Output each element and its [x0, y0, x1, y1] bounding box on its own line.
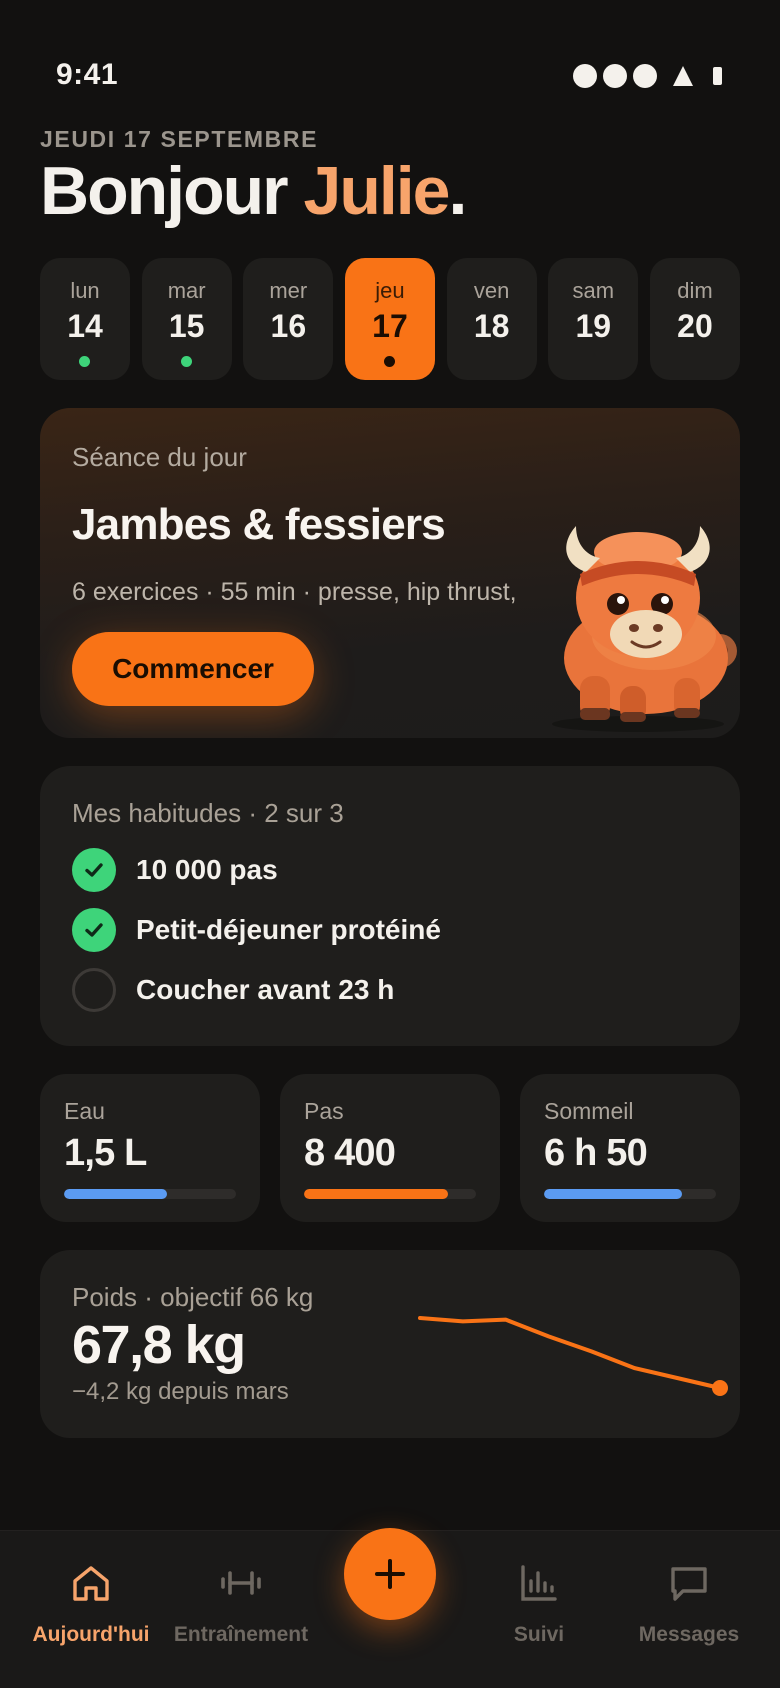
- progress-track: [304, 1189, 476, 1199]
- greeting-suffix: .: [448, 153, 467, 229]
- day-status-dot: [180, 356, 192, 367]
- day-name: jeu: [375, 278, 405, 303]
- stat-value: 1,5 L: [64, 1132, 147, 1174]
- day-name: mer: [269, 278, 308, 303]
- signal-icon: [633, 64, 657, 88]
- user-name: Julie: [303, 153, 451, 229]
- dumbbell-icon: [221, 1571, 261, 1595]
- day-chip-lun[interactable]: lun 14: [40, 258, 130, 380]
- day-name: dim: [677, 278, 713, 303]
- progress-fill: [544, 1189, 682, 1199]
- session-title: Jambes & fessiers: [72, 500, 446, 549]
- habit-label: 10 000 pas: [136, 854, 278, 885]
- day-number: 19: [575, 308, 612, 344]
- stat-value: 8 400: [304, 1132, 396, 1174]
- empty-circle-icon[interactable]: [72, 968, 116, 1012]
- weight-label: Poids · objectif 66 kg: [72, 1282, 314, 1312]
- battery-icon: [713, 67, 722, 85]
- stat-label: Pas: [304, 1098, 344, 1124]
- signal-icon: [573, 64, 597, 88]
- day-number: 14: [67, 308, 103, 344]
- tab-label: Messages: [638, 1623, 740, 1646]
- tab-label: Suivi: [513, 1623, 565, 1646]
- day-number: 17: [372, 308, 408, 344]
- stat-label: Sommeil: [544, 1098, 634, 1124]
- progress-fill: [64, 1189, 168, 1199]
- session-card[interactable]: Séance du jour Jambes & fessiers 6 exerc…: [40, 408, 740, 738]
- stat-card-steps[interactable]: Pas 8 400: [280, 1074, 500, 1222]
- greeting-prefix: Bonjour: [40, 153, 304, 229]
- habits-header: Mes habitudes · 2 sur 3: [72, 798, 344, 828]
- day-name: sam: [572, 278, 615, 303]
- day-chip-mer[interactable]: mer 16: [243, 258, 334, 380]
- tab-messages[interactable]: Messages: [614, 1561, 764, 1647]
- session-label: Séance du jour: [72, 442, 247, 472]
- day-chip-jeu-selected[interactable]: jeu 17: [344, 258, 435, 380]
- home-icon: [73, 1566, 109, 1601]
- checkmark-icon[interactable]: [72, 908, 116, 952]
- status-time: 9:41: [56, 58, 119, 91]
- habit-item[interactable]: 10 000 pas: [72, 848, 278, 892]
- day-name: lun: [70, 278, 100, 303]
- day-status-dot: [383, 356, 395, 367]
- day-status-dot: [79, 356, 90, 367]
- stat-card-water[interactable]: Eau 1,5 L: [40, 1074, 260, 1222]
- habit-item[interactable]: Coucher avant 23 h: [72, 968, 394, 1012]
- day-name: ven: [473, 278, 510, 303]
- bison-mascot-icon: [552, 526, 737, 732]
- plus-icon: [375, 1559, 405, 1589]
- session-description: 6 exercices · 55 min · presse, hip thrus…: [72, 578, 517, 606]
- signal-icon: [603, 64, 627, 88]
- tab-label: Aujourd'hui: [32, 1623, 150, 1646]
- tab-training[interactable]: Entraînement: [166, 1561, 316, 1647]
- habit-label: Coucher avant 23 h: [136, 974, 395, 1005]
- week-strip: lun 14 mar 15 mer 16 jeu 17 ven 18 sam 19 dim 2…: [40, 258, 740, 380]
- stat-value: 6 h 50: [544, 1132, 648, 1174]
- trend-line: [418, 1316, 722, 1390]
- day-number: 15: [168, 308, 205, 344]
- progress-track: [64, 1189, 236, 1199]
- day-chip-mar[interactable]: mar 15: [141, 258, 232, 380]
- day-name: mar: [167, 278, 206, 303]
- stat-label: Eau: [64, 1098, 105, 1124]
- status-icons: [573, 64, 722, 88]
- progress-fill: [304, 1189, 449, 1199]
- tab-label: Entraînement: [173, 1623, 309, 1646]
- day-number: 18: [473, 308, 510, 344]
- tab-today[interactable]: Aujourd'hui: [16, 1561, 166, 1647]
- day-chip-dim[interactable]: dim 20: [649, 258, 740, 380]
- chart-icon: [521, 1565, 557, 1601]
- habit-label: Petit-déjeuner protéiné: [136, 914, 441, 945]
- date-label: JEUDI 17 SEPTEMBRE: [40, 126, 319, 152]
- habit-item[interactable]: Petit-déjeuner protéiné: [72, 908, 441, 952]
- weight-delta: −4,2 kg depuis mars: [72, 1378, 289, 1405]
- progress-track: [544, 1189, 716, 1199]
- greeting-title: Bonjour Julie.: [40, 152, 467, 230]
- day-number: 20: [677, 308, 713, 344]
- wifi-icon: [673, 66, 693, 86]
- checkmark-icon[interactable]: [72, 848, 116, 892]
- weight-value: 67,8 kg: [72, 1315, 246, 1375]
- day-chip-ven[interactable]: ven 18: [446, 258, 537, 380]
- habits-card: Mes habitudes · 2 sur 3 10 000 pas Petit…: [40, 766, 740, 1046]
- message-icon: [671, 1567, 707, 1601]
- day-chip-sam[interactable]: sam 19: [548, 258, 639, 380]
- weight-trend-sparkline: [418, 1316, 728, 1396]
- stat-card-sleep[interactable]: Sommeil 6 h 50: [520, 1074, 740, 1222]
- trend-end-dot: [712, 1380, 728, 1396]
- tab-tracking[interactable]: Suivi: [464, 1561, 614, 1647]
- start-workout-button[interactable]: Commencer: [72, 632, 314, 706]
- status-bar: 9:41: [0, 0, 780, 110]
- add-button[interactable]: [344, 1528, 436, 1620]
- weight-card[interactable]: Poids · objectif 66 kg 67,8 kg −4,2 kg d…: [40, 1250, 740, 1438]
- day-number: 16: [270, 308, 307, 344]
